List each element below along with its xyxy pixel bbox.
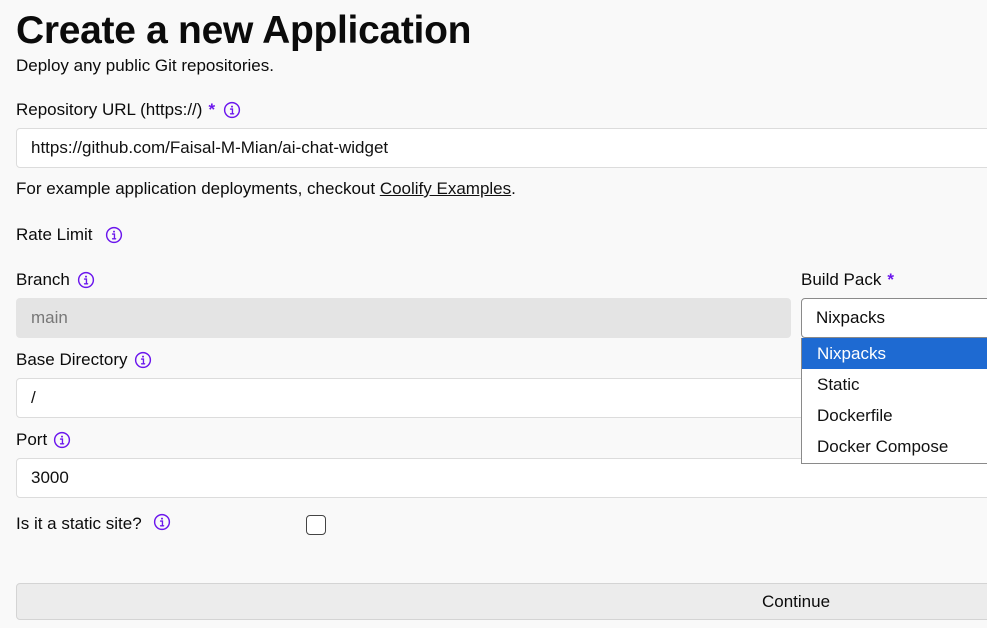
continue-button-label: Continue (761, 591, 831, 611)
branch-label: Branch (16, 270, 95, 290)
examples-helper-text: For example application deployments, che… (16, 179, 516, 199)
port-input[interactable]: 3000 (16, 458, 987, 498)
rate-limit-label: Rate Limit (16, 225, 123, 245)
branch-label-text: Branch (16, 270, 70, 289)
required-marker: * (887, 270, 894, 289)
build-pack-label-text: Build Pack (801, 270, 882, 289)
static-site-label: Is it a static site? (16, 513, 171, 534)
build-pack-select[interactable]: Nixpacks (801, 298, 987, 338)
static-site-checkbox[interactable] (306, 515, 326, 535)
info-icon[interactable] (134, 351, 152, 369)
base-directory-label-text: Base Directory (16, 350, 128, 369)
port-label-text: Port (16, 430, 48, 449)
build-pack-option-docker-compose[interactable]: Docker Compose (802, 431, 987, 462)
info-icon[interactable] (77, 271, 95, 289)
build-pack-label: Build Pack * (801, 270, 894, 290)
info-icon[interactable] (153, 513, 171, 531)
repository-url-label: Repository URL (https://) * (16, 100, 241, 120)
branch-input: main (16, 298, 791, 338)
build-pack-option-dockerfile[interactable]: Dockerfile (802, 400, 987, 431)
base-directory-label: Base Directory (16, 350, 152, 370)
coolify-examples-link[interactable]: Coolify Examples (380, 179, 511, 198)
rate-limit-label-text: Rate Limit (16, 225, 93, 244)
helper-prefix: For example application deployments, che… (16, 179, 380, 198)
port-label: Port (16, 430, 71, 450)
required-marker: * (208, 100, 216, 119)
build-pack-option-static[interactable]: Static (802, 369, 987, 400)
continue-button[interactable]: Continue (16, 583, 987, 620)
repository-url-input[interactable]: https://github.com/Faisal-M-Mian/ai-chat… (16, 128, 987, 168)
static-site-label-text: Is it a static site? (16, 514, 142, 533)
build-pack-dropdown: Nixpacks Static Dockerfile Docker Compos… (801, 338, 987, 464)
page-title: Create a new Application (16, 9, 472, 52)
info-icon[interactable] (223, 101, 241, 119)
info-icon[interactable] (53, 431, 71, 449)
create-application-page: Create a new Application Deploy any publ… (0, 0, 987, 628)
page-subtitle: Deploy any public Git repositories. (16, 56, 274, 75)
helper-suffix: . (511, 179, 516, 198)
build-pack-option-nixpacks[interactable]: Nixpacks (802, 338, 987, 369)
info-icon[interactable] (105, 226, 123, 244)
repository-url-label-text: Repository URL (https://) (16, 100, 203, 119)
build-pack-selected-value: Nixpacks (816, 308, 885, 327)
